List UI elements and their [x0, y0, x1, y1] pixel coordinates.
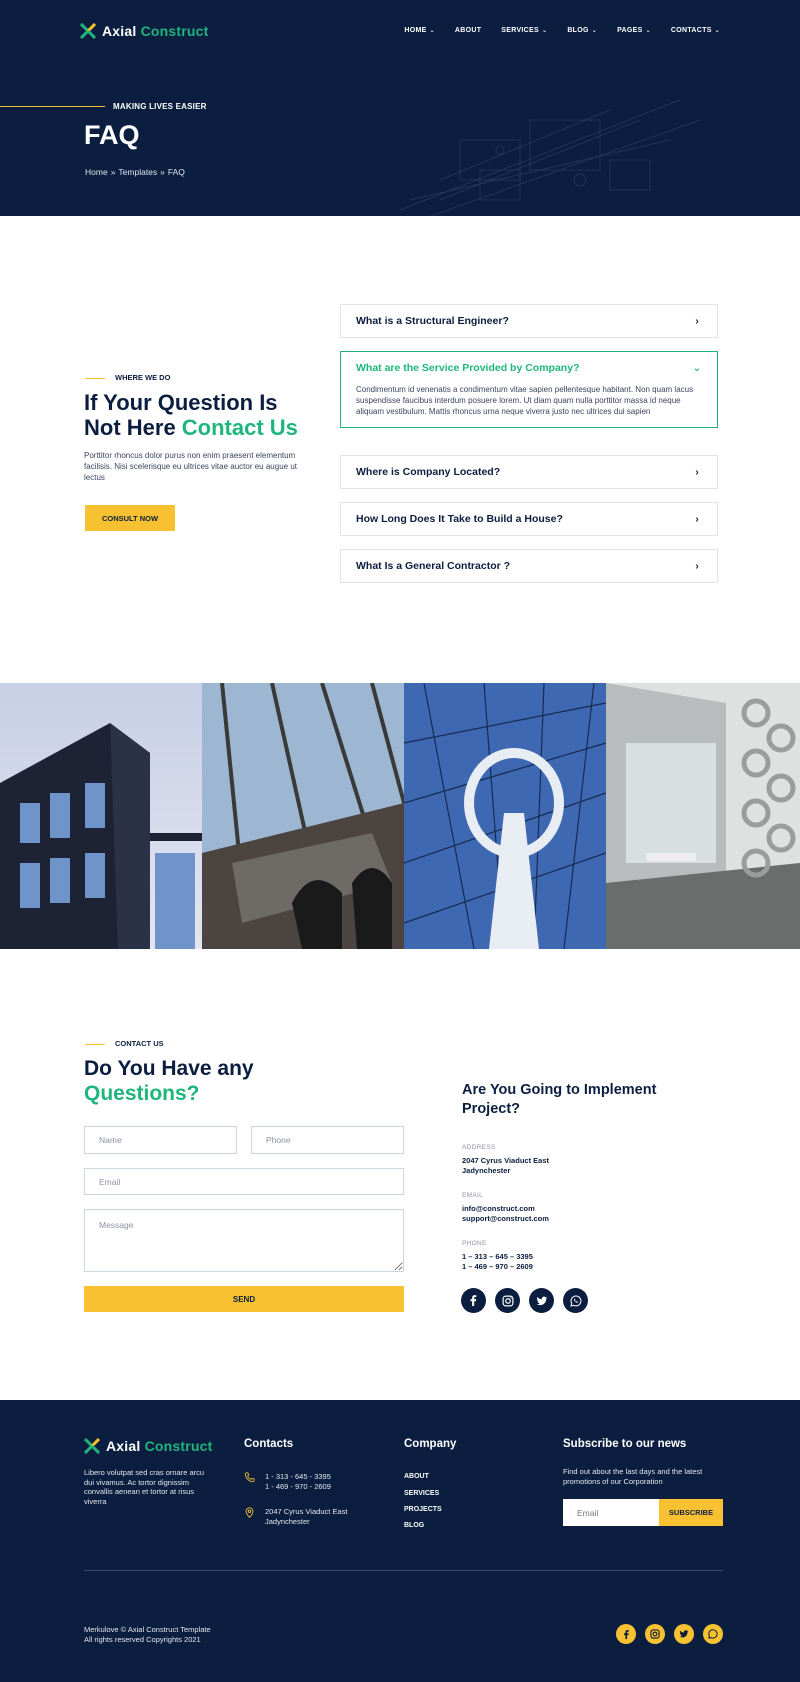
chevron-down-icon: ⌄ [714, 28, 720, 34]
page-title: FAQ [84, 120, 140, 150]
email-value: info@construct.com support@construct.com [462, 1204, 549, 1223]
logo-mark-icon [84, 1438, 100, 1454]
hero-header: Axial Construct HOME ⌄ ABOUT SERVICES ⌄ BL… [0, 0, 800, 216]
nav-about[interactable]: ABOUT [455, 27, 481, 34]
site-footer: Axial Construct Libero volutpat sed cras… [0, 1400, 800, 1682]
instagram-icon[interactable] [645, 1624, 665, 1644]
faq-item[interactable]: Where is Company Located? › [340, 455, 718, 489]
logo-text: Axial Construct [106, 1438, 213, 1454]
nav-pages[interactable]: PAGES ⌄ [617, 27, 651, 34]
chevron-right-icon: › [695, 560, 699, 572]
main-nav: HOME ⌄ ABOUT SERVICES ⌄ BLOG ⌄ PAGES ⌄ CONTA… [404, 27, 720, 34]
chevron-right-icon: › [695, 513, 699, 525]
chevron-down-icon: ⌄ [692, 362, 702, 374]
chevron-down-icon: ⌄ [645, 28, 651, 34]
gallery-image-office [606, 683, 800, 949]
breadcrumb-current: FAQ [167, 167, 185, 177]
eyebrow-line [0, 106, 105, 107]
nav-blog[interactable]: BLOG ⌄ [567, 27, 597, 34]
message-field[interactable] [84, 1209, 404, 1272]
footer-divider [84, 1570, 723, 1571]
newsletter-email-input[interactable] [563, 1499, 659, 1526]
whatsapp-icon[interactable] [563, 1288, 588, 1313]
footer-phone: 1 - 313 - 645 - 3395 1 - 469 - 970 - 2609 [244, 1472, 331, 1491]
footer-newsletter-title: Subscribe to our news [563, 1438, 687, 1450]
phone-value: 1 – 313 – 645 – 3395 1 – 469 – 970 – 2609 [462, 1252, 533, 1271]
email-label: EMAIL [462, 1192, 484, 1199]
hero-eyebrow: MAKING LIVES EASIER [113, 102, 207, 111]
twitter-icon[interactable] [674, 1624, 694, 1644]
breadcrumb: Home » Templates » FAQ [85, 167, 185, 177]
phone-field[interactable] [251, 1126, 404, 1154]
facebook-icon[interactable] [616, 1624, 636, 1644]
image-gallery [0, 683, 800, 949]
faq-item[interactable]: What is a Structural Engineer? › [340, 304, 718, 338]
location-pin-icon [245, 1507, 254, 1518]
chevron-right-icon: › [695, 315, 699, 327]
phone-icon [244, 1472, 255, 1483]
site-logo[interactable]: Axial Construct [80, 23, 208, 39]
footer-contacts-title: Contacts [244, 1438, 294, 1450]
subscribe-button[interactable]: SUBSCRIBE [659, 1499, 723, 1526]
nav-home[interactable]: HOME ⌄ [404, 27, 435, 34]
chevron-down-icon: ⌄ [541, 28, 548, 34]
consult-now-button[interactable]: CONSULT NOW [85, 505, 175, 531]
footer-link-projects[interactable]: PROJECTS [404, 1506, 442, 1513]
faq-section: WHERE WE DO If Your Question Is Not Here… [0, 216, 800, 683]
breadcrumb-templates[interactable]: Templates [118, 167, 157, 177]
facebook-icon[interactable] [461, 1288, 486, 1313]
faq-description: Porttitor rhoncus dolor purus non enim p… [84, 451, 297, 482]
breadcrumb-home[interactable]: Home [85, 167, 108, 177]
footer-link-about[interactable]: ABOUT [404, 1473, 429, 1480]
chevron-right-icon: › [695, 466, 699, 478]
footer-address: 2047 Cyrus Viaduct East Jadynchester [244, 1507, 347, 1526]
faq-item-open[interactable]: What are the Service Provided by Company… [340, 351, 718, 428]
logo-text: Axial Construct [102, 23, 209, 39]
faq-eyebrow: WHERE WE DO [85, 373, 170, 382]
implement-heading: Are You Going to Implement Project? [462, 1082, 657, 1117]
instagram-icon[interactable] [495, 1288, 520, 1313]
breadcrumb-separator: » [160, 167, 165, 177]
chevron-down-icon: ⌄ [591, 28, 598, 34]
gallery-image-interior [202, 683, 404, 949]
gallery-image-dome [404, 683, 606, 949]
copyright: Merkulove © Axial Construct Template All … [84, 1625, 211, 1644]
blueprint-decoration [399, 99, 700, 216]
logo-mark-icon [80, 23, 96, 39]
gallery-image-building [0, 683, 202, 949]
name-field[interactable] [84, 1126, 237, 1154]
nav-services[interactable]: SERVICES ⌄ [501, 27, 547, 34]
footer-newsletter-text: Find out about the last days and the lat… [563, 1467, 703, 1486]
breadcrumb-separator: » [110, 167, 116, 177]
faq-item[interactable]: How Long Does It Take to Build a House? › [340, 502, 718, 536]
footer-link-services[interactable]: SERVICES [404, 1490, 439, 1497]
footer-link-blog[interactable]: BLOG [404, 1522, 424, 1529]
phone-label: PHONE [462, 1240, 487, 1247]
twitter-icon[interactable] [529, 1288, 554, 1313]
send-button[interactable]: SEND [84, 1286, 404, 1312]
faq-heading: If Your Question Is Not Here Contact Us [84, 390, 298, 440]
faq-answer: Condimentum id venenatis a condimentum v… [356, 385, 694, 416]
footer-logo[interactable]: Axial Construct [84, 1438, 212, 1454]
chevron-down-icon: ⌄ [429, 28, 435, 34]
whatsapp-icon[interactable] [703, 1624, 723, 1644]
faq-item[interactable]: What Is a General Contractor ? › [340, 549, 718, 583]
email-field[interactable] [84, 1168, 404, 1195]
footer-company-title: Company [404, 1438, 457, 1450]
contact-eyebrow: CONTACT US [85, 1039, 164, 1048]
address-value: 2047 Cyrus Viaduct East Jadynchester [462, 1156, 549, 1175]
nav-contacts[interactable]: CONTACTS ⌄ [671, 27, 720, 34]
footer-about: Libero volutpat sed cras ornare arcu dui… [84, 1468, 205, 1506]
address-label: ADDRESS [462, 1144, 496, 1151]
contact-heading: Do You Have any Questions? [84, 1057, 254, 1105]
